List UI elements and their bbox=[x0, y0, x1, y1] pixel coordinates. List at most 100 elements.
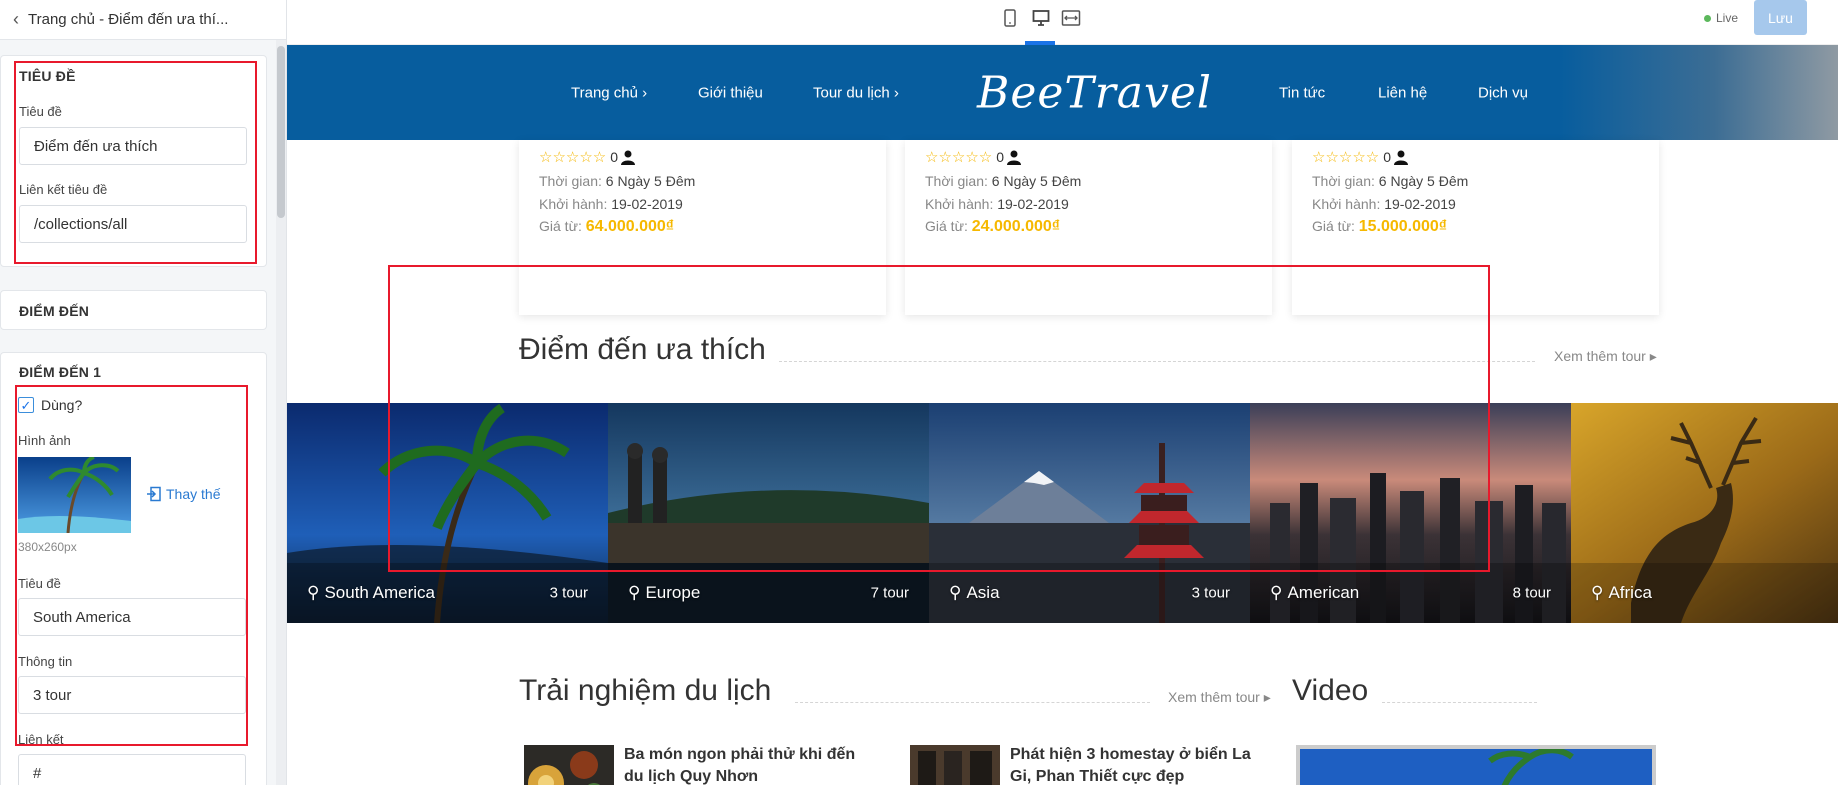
nav-item-services[interactable]: Dịch vụ bbox=[1478, 85, 1528, 102]
nav-tours-label: Tour du lịch bbox=[813, 84, 890, 102]
tour-price: Giá từ: 15.000.000₫ bbox=[1312, 218, 1447, 236]
price-value: 15.000.000₫ bbox=[1358, 218, 1448, 235]
back-icon[interactable]: ‹ bbox=[4, 8, 28, 32]
dest-link-label: Liên kết bbox=[18, 732, 64, 747]
destinations-slider: ⚲ South America 3 tour ⚲ Europe 7 tour ⚲… bbox=[287, 403, 1838, 623]
app-root: ‹ Trang chủ - Điểm đến ưa thí... TIÊU ĐỀ… bbox=[0, 0, 1838, 785]
destination-name: ⚲ Africa bbox=[1591, 583, 1652, 603]
nav-item-home[interactable]: Trang chủ › bbox=[571, 85, 647, 102]
destination-count: 7 tour bbox=[870, 584, 909, 602]
title-link-field[interactable] bbox=[19, 205, 247, 243]
favorites-see-more-link[interactable]: Xem thêm tour ▸ bbox=[1554, 348, 1657, 365]
map-marker-icon: ⚲ bbox=[949, 583, 962, 602]
chevron-right-icon: › bbox=[642, 84, 648, 102]
destinations-card[interactable]: ĐIỂM ĐẾN bbox=[0, 290, 267, 330]
departure-value: 19-02-2019 bbox=[1384, 196, 1456, 212]
nav-item-contact[interactable]: Liên hệ bbox=[1378, 85, 1427, 102]
duration-label: Thời gian: bbox=[1312, 173, 1375, 189]
rating-stars: ☆☆☆☆☆ 0 bbox=[539, 148, 636, 166]
dest-title-field[interactable] bbox=[18, 598, 246, 636]
rating-stars: ☆☆☆☆☆ 0 bbox=[1312, 148, 1409, 166]
video-divider bbox=[1382, 702, 1537, 703]
departure-label: Khởi hành: bbox=[925, 196, 994, 212]
duration-value: 6 Ngày 5 Đêm bbox=[1378, 173, 1469, 189]
favorites-divider bbox=[779, 361, 1535, 362]
tour-price: Giá từ: 64.000.000₫ bbox=[539, 218, 674, 236]
title-section-card: TIÊU ĐỀ Tiêu đề Liên kết tiêu đề bbox=[0, 55, 267, 267]
caret-right-icon: ▸ bbox=[1649, 348, 1657, 364]
image-label: Hình ảnh bbox=[18, 433, 71, 448]
video-player[interactable] bbox=[1296, 745, 1656, 785]
destination-tile[interactable]: ⚲ South America 3 tour bbox=[287, 403, 608, 623]
nav-item-about[interactable]: Giới thiệu bbox=[698, 85, 763, 102]
sidebar-scrollbar[interactable] bbox=[276, 40, 286, 785]
destination-name-text: Africa bbox=[1608, 583, 1652, 602]
see-more-label: Xem thêm tour bbox=[1554, 348, 1646, 364]
fullwidth-icon[interactable] bbox=[1058, 7, 1084, 29]
destination-name-text: American bbox=[1287, 583, 1360, 602]
replace-icon bbox=[147, 486, 161, 502]
article-thumbnail[interactable] bbox=[910, 745, 1000, 785]
tour-price: Giá từ: 24.000.000₫ bbox=[925, 218, 1060, 236]
enabled-checkbox[interactable]: ✓ bbox=[18, 397, 34, 413]
rating-count: 0 bbox=[996, 149, 1005, 165]
site-navbar: Trang chủ › Giới thiệu Tour du lịch › Be… bbox=[287, 45, 1838, 140]
tour-card[interactable]: ☆☆☆☆☆ 0 Thời gian: 6 Ngày 5 Đêm Khởi hành… bbox=[1292, 140, 1659, 315]
price-label: Giá từ: bbox=[925, 218, 968, 234]
rating-stars: ☆☆☆☆☆ 0 bbox=[925, 148, 1022, 166]
site-preview: Trang chủ › Giới thiệu Tour du lịch › Be… bbox=[287, 45, 1838, 785]
map-marker-icon: ⚲ bbox=[628, 583, 641, 602]
departure-value: 19-02-2019 bbox=[611, 196, 683, 212]
destination-name: ⚲ South America bbox=[307, 583, 435, 603]
destination-tile[interactable]: ⚲ Asia 3 tour bbox=[929, 403, 1250, 623]
article-title[interactable]: Ba món ngon phải thử khi đến du lịch Quy… bbox=[624, 744, 864, 785]
site-logo[interactable]: BeeTravel bbox=[977, 68, 1212, 119]
nav-item-tours[interactable]: Tour du lịch › bbox=[813, 85, 899, 102]
tour-departure: Khởi hành: 19-02-2019 bbox=[1312, 196, 1456, 212]
tour-departure: Khởi hành: 19-02-2019 bbox=[539, 196, 683, 212]
enabled-label: Dùng? bbox=[41, 397, 83, 413]
nav-item-news[interactable]: Tin tức bbox=[1279, 85, 1325, 102]
tour-card[interactable]: ☆☆☆☆☆ 0 Thời gian: 6 Ngày 5 Đêm Khởi hành… bbox=[519, 140, 886, 315]
departure-value: 19-02-2019 bbox=[997, 196, 1069, 212]
destination-tile[interactable]: ⚲Africa 5 bbox=[1571, 403, 1838, 623]
destination-1-card: ĐIỂM ĐẾN 1 bbox=[0, 352, 267, 785]
destination-count: 8 tour bbox=[1512, 584, 1551, 602]
destination-tile[interactable]: ⚲ Europe 7 tour bbox=[608, 403, 929, 623]
user-icon bbox=[1394, 150, 1409, 165]
tour-departure: Khởi hành: 19-02-2019 bbox=[925, 196, 1069, 212]
price-value: 24.000.000₫ bbox=[971, 218, 1061, 235]
live-dot-icon bbox=[1704, 14, 1711, 22]
mobile-icon[interactable] bbox=[997, 7, 1023, 29]
experience-see-more-link[interactable]: Xem thêm tour ▸ bbox=[1168, 689, 1271, 706]
article-thumbnail[interactable] bbox=[524, 745, 614, 785]
dest-link-field[interactable] bbox=[18, 754, 246, 785]
title-field[interactable] bbox=[19, 127, 247, 165]
video-title: Video bbox=[1292, 674, 1369, 707]
tour-card[interactable]: ☆☆☆☆☆ 0 Thời gian: 6 Ngày 5 Đêm Khởi hành… bbox=[905, 140, 1272, 315]
departure-label: Khởi hành: bbox=[539, 196, 608, 212]
article-title[interactable]: Phát hiện 3 homestay ở biển La Gi, Phan … bbox=[1010, 744, 1260, 785]
see-more-label: Xem thêm tour bbox=[1168, 689, 1260, 705]
price-label: Giá từ: bbox=[539, 218, 582, 234]
scrollbar-thumb[interactable] bbox=[277, 46, 285, 218]
destination-name-text: Asia bbox=[966, 583, 1000, 602]
destination-name-text: South America bbox=[324, 583, 436, 602]
desktop-icon[interactable] bbox=[1028, 7, 1054, 29]
caret-right-icon: ▸ bbox=[1263, 689, 1271, 705]
destination-tile[interactable]: ⚲ American 8 tour bbox=[1250, 403, 1571, 623]
dest-info-field[interactable] bbox=[18, 676, 246, 714]
destinations-heading: ĐIỂM ĐẾN bbox=[19, 303, 90, 319]
live-status: Live bbox=[1704, 11, 1738, 25]
duration-label: Thời gian: bbox=[539, 173, 602, 189]
destination-name: ⚲ Europe bbox=[628, 583, 700, 603]
title-section-heading: TIÊU ĐỀ bbox=[19, 68, 76, 84]
save-button[interactable]: Lưu bbox=[1754, 0, 1807, 35]
title-field-label: Tiêu đề bbox=[19, 104, 62, 119]
rating-count: 0 bbox=[1383, 149, 1392, 165]
destination-name: ⚲ Asia bbox=[949, 583, 1000, 603]
price-value: 64.000.000₫ bbox=[585, 218, 675, 235]
title-link-label: Liên kết tiêu đề bbox=[19, 182, 108, 197]
duration-label: Thời gian: bbox=[925, 173, 988, 189]
replace-image-button[interactable]: Thay thế bbox=[146, 486, 220, 502]
